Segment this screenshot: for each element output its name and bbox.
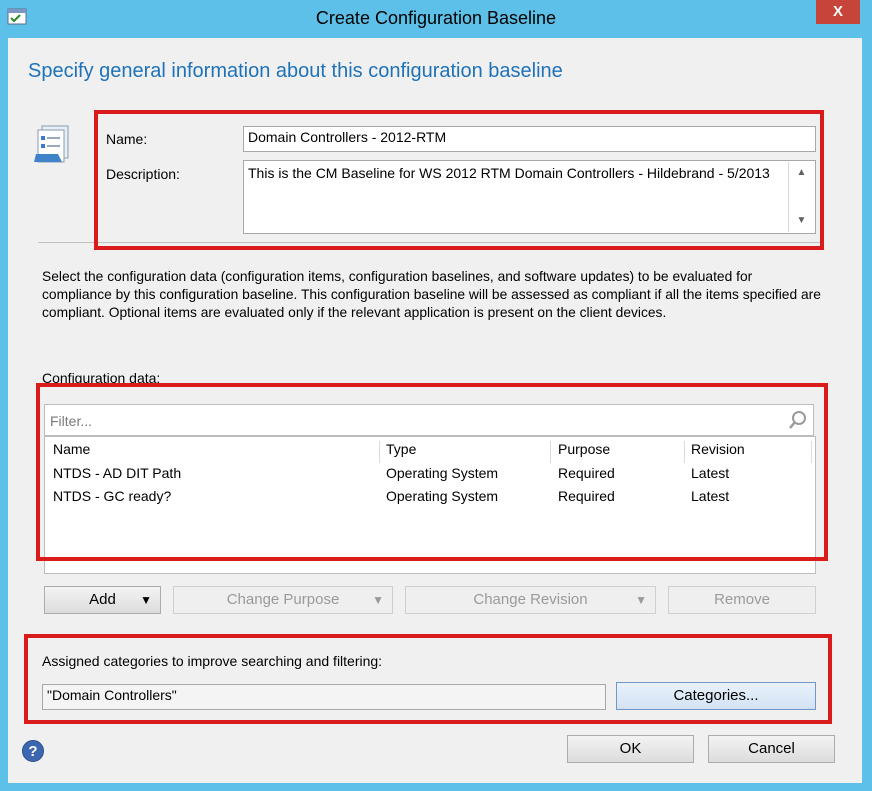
change-revision-button[interactable]: Change Revision ▼ xyxy=(405,586,656,614)
chevron-down-icon: ▼ xyxy=(140,593,152,607)
cancel-button[interactable]: Cancel xyxy=(708,735,835,763)
chevron-down-icon: ▼ xyxy=(372,593,384,607)
change-purpose-button[interactable]: Change Purpose ▼ xyxy=(173,586,393,614)
add-button-label: Add xyxy=(89,591,116,608)
chevron-down-icon: ▼ xyxy=(635,593,647,607)
checklist-icon xyxy=(34,124,72,166)
remove-button[interactable]: Remove xyxy=(668,586,816,614)
page-heading: Specify general information about this c… xyxy=(28,60,563,82)
highlight-box-configuration-data xyxy=(36,383,828,561)
close-button[interactable]: X xyxy=(816,0,860,24)
help-icon[interactable]: ? xyxy=(22,740,44,762)
ok-button[interactable]: OK xyxy=(567,735,694,763)
change-revision-label: Change Revision xyxy=(473,591,588,608)
change-purpose-label: Change Purpose xyxy=(226,591,340,608)
highlight-box-general xyxy=(94,110,824,250)
window-title: Create Configuration Baseline xyxy=(315,8,557,28)
highlight-box-categories xyxy=(24,634,832,724)
add-button[interactable]: Add ▼ xyxy=(44,586,161,614)
instructions-text: Select the configuration data (configura… xyxy=(42,269,821,320)
